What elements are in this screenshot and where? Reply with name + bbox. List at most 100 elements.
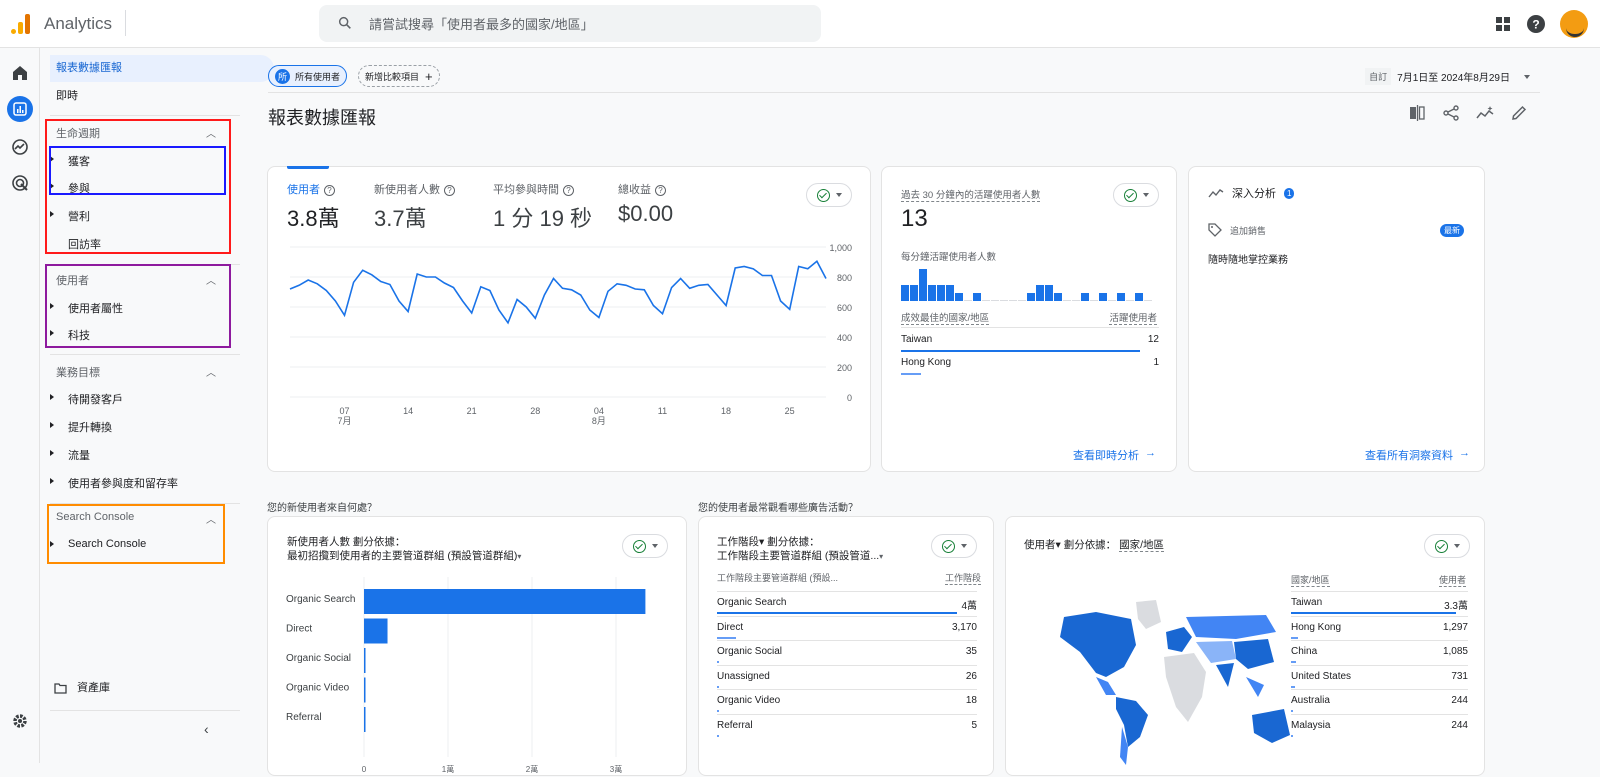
- help-icon[interactable]: ?: [1526, 14, 1546, 34]
- series-line-users: [289, 260, 827, 325]
- table-row[interactable]: Australia 244: [1291, 695, 1468, 706]
- row-label: Organic Social: [717, 646, 783, 657]
- analytics-logo[interactable]: [8, 12, 32, 36]
- insights-card: 深入分析 1 追加銷售 最新 隨時隨地掌控業務 查看所有洞察資料 →: [1188, 166, 1485, 472]
- table-row[interactable]: United States 731: [1291, 671, 1468, 682]
- x-tick-label: 07: [340, 406, 350, 416]
- home-icon[interactable]: [7, 60, 33, 86]
- help-circle-icon[interactable]: ?: [655, 185, 666, 196]
- search-bar[interactable]: [319, 5, 821, 42]
- nav-item-leads[interactable]: 待開發客戶: [50, 391, 123, 407]
- expand-arrow-icon: [50, 394, 54, 400]
- row-label: Referral: [717, 719, 753, 731]
- top-bar: Analytics ?: [0, 0, 1600, 48]
- help-circle-icon[interactable]: ?: [563, 185, 574, 196]
- row-label: Hong Kong: [1291, 621, 1342, 633]
- count-badge: 1: [1284, 187, 1295, 199]
- metric-total-revenue[interactable]: 總收益? $0.00: [618, 181, 673, 227]
- row-value: 35: [965, 646, 977, 657]
- card-options-button[interactable]: [931, 534, 977, 558]
- apps-grid-icon[interactable]: [1494, 15, 1512, 33]
- nav-item-traffic[interactable]: 流量: [50, 447, 90, 463]
- nav-item-library[interactable]: 資產庫: [54, 678, 110, 698]
- row-label: Organic Search: [717, 597, 787, 608]
- x-tick-label: 0: [362, 765, 367, 774]
- divider: [1291, 591, 1468, 592]
- add-comparison-button[interactable]: 新增比較項目 +: [358, 65, 440, 87]
- segment-chip-all-users[interactable]: 所所有使用者: [268, 65, 348, 87]
- table-row[interactable]: Direct 3,170: [717, 622, 977, 633]
- table-row[interactable]: Organic Video 18: [717, 695, 977, 706]
- row-value: 4萬: [961, 601, 977, 612]
- share-bar: [717, 636, 737, 639]
- table-row[interactable]: Taiwan 12: [901, 334, 1159, 345]
- nav-item-conversions[interactable]: 提升轉換: [50, 419, 112, 435]
- account-avatar[interactable]: [1560, 10, 1588, 38]
- insights-icon[interactable]: [1476, 104, 1494, 122]
- metric-new-users[interactable]: 新使用者人數? 3.7萬: [374, 181, 455, 233]
- table-row[interactable]: Malaysia 244: [1291, 720, 1468, 731]
- realtime-value: 13: [901, 205, 928, 232]
- table-row[interactable]: China 1,085: [1291, 646, 1468, 657]
- minute-bar: [1135, 293, 1143, 301]
- settings-icon[interactable]: [7, 708, 33, 734]
- divider: [717, 664, 977, 666]
- card-options-button[interactable]: [622, 534, 668, 558]
- date-range-picker[interactable]: 自訂 7月1日至 2024年8月29日: [1365, 68, 1530, 85]
- table-row[interactable]: Hong Kong 1: [901, 357, 1159, 368]
- minute-bar-empty: [1108, 300, 1116, 301]
- edit-icon[interactable]: [1510, 104, 1528, 122]
- folder-icon: [54, 682, 67, 694]
- row-label: Unassigned: [717, 670, 770, 682]
- insight-text[interactable]: 隨時隨地掌控業務: [1208, 251, 1288, 266]
- table-row[interactable]: Organic Social 35: [717, 646, 977, 657]
- section-business-objectives[interactable]: 業務目標 ︿: [56, 364, 226, 380]
- metric-users[interactable]: 使用者? 3.8萬: [287, 181, 340, 233]
- row-value: 244: [1451, 695, 1468, 706]
- nav-item-realtime[interactable]: 即時: [56, 86, 78, 106]
- world-map[interactable]: [1036, 597, 1296, 767]
- view-realtime-link[interactable]: 查看即時分析 →: [1073, 447, 1156, 463]
- advertising-icon[interactable]: [7, 170, 33, 196]
- metric-avg-engagement-time[interactable]: 平均參與時間? 1 分 19 秒: [493, 181, 592, 233]
- table-row[interactable]: Organic Search 4萬: [717, 597, 977, 612]
- bar: [364, 589, 646, 614]
- minute-bar: [937, 285, 945, 301]
- dropdown-caret-icon: [1142, 193, 1149, 197]
- category-label: Organic Video: [286, 683, 350, 694]
- country-card: 使用者▾ 劃分依據： 國家/地區 國家/地區 使用者 Taiwan 3.3萬 Hon…: [1005, 516, 1485, 776]
- card-options-button[interactable]: [1113, 183, 1159, 207]
- minute-bar-empty: [1000, 300, 1008, 301]
- col-header-country: 國家/地區: [1291, 575, 1330, 587]
- dimension-link[interactable]: 國家/地區: [1119, 539, 1165, 552]
- table-row[interactable]: Unassigned 26: [717, 671, 977, 682]
- help-circle-icon[interactable]: ?: [444, 185, 455, 196]
- overview-card: 使用者? 3.8萬 新使用者人數? 3.7萬 平均參與時間? 1 分 19 秒 總收益…: [267, 166, 871, 472]
- card-options-button[interactable]: [806, 183, 852, 207]
- card-options-button[interactable]: [1424, 534, 1470, 558]
- minute-bar: [1036, 285, 1044, 301]
- dimension-selector[interactable]: 最初招攬到使用者的主要管道群組 (預設管道群組)▾: [287, 549, 521, 564]
- x-tick-label: 7月: [338, 416, 352, 426]
- minute-bar: [1045, 285, 1053, 301]
- y-tick-label: 600: [837, 303, 852, 313]
- session-title[interactable]: 工作階段▾ 劃分依據： 工作階段主要管道群組 (預設管道...▾: [717, 535, 883, 564]
- x-tick-label: 21: [467, 406, 477, 416]
- help-circle-icon[interactable]: ?: [324, 185, 335, 196]
- explore-icon[interactable]: [7, 134, 33, 160]
- table-row[interactable]: Referral 5: [717, 720, 977, 731]
- nav-item-engagement-retention[interactable]: 使用者參與度和留存率: [50, 475, 178, 491]
- table-row[interactable]: Hong Kong 1,297: [1291, 622, 1468, 633]
- reports-icon[interactable]: [7, 96, 33, 122]
- collapse-nav-icon[interactable]: ‹: [204, 721, 209, 737]
- metric-selector[interactable]: 使用者▾ 劃分依據：: [1024, 539, 1116, 551]
- minute-bar: [1081, 293, 1089, 301]
- share-bar: [1291, 685, 1295, 688]
- view-all-insights-link[interactable]: 查看所有洞察資料 →: [1365, 447, 1470, 463]
- minute-bar: [946, 285, 954, 301]
- search-input[interactable]: [369, 13, 789, 35]
- share-icon[interactable]: [1442, 104, 1460, 122]
- table-row[interactable]: Taiwan 3.3萬: [1291, 597, 1468, 612]
- compare-icon[interactable]: [1408, 104, 1426, 122]
- new-users-channel-bar-chart: 0 1萬 2萬 3萬 Organic Search Direct Organic Socia…: [286, 577, 646, 774]
